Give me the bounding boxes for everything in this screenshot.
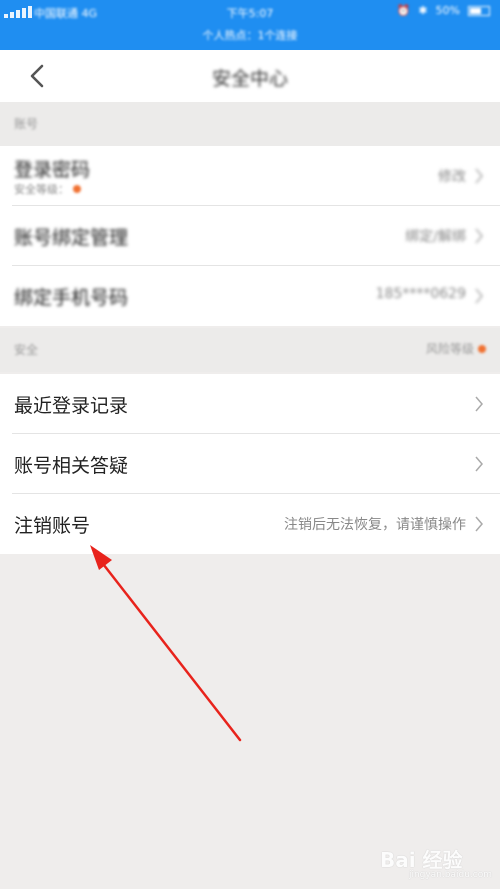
bluetooth-icon: ✱ <box>418 4 428 17</box>
chevron-right-icon <box>475 456 483 472</box>
watermark-brand: Bai 经验 <box>380 848 463 872</box>
watermark-url: jingyan.baidu.com <box>408 870 492 880</box>
section-label: 安全 <box>14 343 39 357</box>
row-account-faq[interactable]: 账号相关答疑 <box>0 434 500 494</box>
row-title: 最近登录记录 <box>14 395 129 417</box>
hotspot-text: 个人热点：1个连接 <box>202 29 298 42</box>
row-bind-phone[interactable]: 绑定手机号码 185****0629 <box>0 266 500 326</box>
row-value: 注销后无法恢复，请谨慎操作 <box>284 517 466 533</box>
baidu-watermark: Bai 经验 jingyan.baidu.com <box>380 832 496 884</box>
battery-percent: 50% <box>435 4 460 17</box>
row-subtitle: 安全等级： <box>14 181 81 197</box>
section-header-security: 安全 风险等级 <box>0 328 500 372</box>
status-right: ⏰ ✱ 50% <box>397 4 490 17</box>
row-title: 注销账号 <box>14 515 91 537</box>
row-value: 185****0629 <box>375 286 466 302</box>
row-title: 账号绑定管理 <box>14 227 129 249</box>
row-title: 登录密码 <box>14 159 91 181</box>
row-title: 绑定手机号码 <box>14 287 129 309</box>
chevron-right-icon <box>475 288 483 304</box>
page-title: 安全中心 <box>211 68 288 90</box>
battery-icon <box>468 5 490 16</box>
status-bar: 中国联通 4G 下午5:07 个人热点：1个连接 ⏰ ✱ 50% <box>0 0 500 50</box>
badge-dot <box>73 185 81 193</box>
row-cancel-account[interactable]: 注销账号 注销后无法恢复，请谨慎操作 <box>0 494 500 554</box>
chevron-right-icon <box>475 168 483 184</box>
section-label: 账号 <box>14 117 39 131</box>
row-login-password[interactable]: 登录密码 安全等级： 修改 <box>0 146 500 206</box>
badge-dot <box>478 344 486 353</box>
risk-hint: 风险等级 <box>426 340 486 357</box>
section-header-account: 账号 <box>0 102 500 146</box>
row-account-binding[interactable]: 账号绑定管理 绑定/解绑 <box>0 206 500 266</box>
row-title: 账号相关答疑 <box>14 455 129 477</box>
nav-bar: 安全中心 <box>0 50 500 102</box>
chevron-right-icon <box>475 396 483 412</box>
row-value: 绑定/解绑 <box>405 229 466 245</box>
chevron-right-icon <box>475 516 483 532</box>
chevron-right-icon <box>475 228 483 244</box>
row-value: 修改 <box>438 169 466 185</box>
row-recent-login[interactable]: 最近登录记录 <box>0 374 500 434</box>
alarm-icon: ⏰ <box>396 4 411 17</box>
